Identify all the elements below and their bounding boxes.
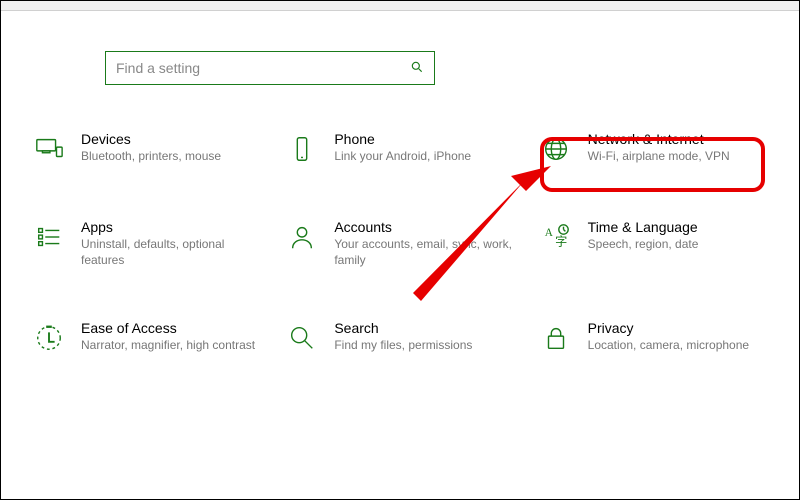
tile-text: Accounts Your accounts, email, sync, wor… bbox=[334, 219, 514, 268]
tile-text: Network & Internet Wi-Fi, airplane mode,… bbox=[588, 131, 730, 165]
apps-list-icon bbox=[31, 219, 67, 255]
tile-title: Search bbox=[334, 320, 472, 336]
tile-title: Accounts bbox=[334, 219, 514, 235]
tile-phone[interactable]: Phone Link your Android, iPhone bbox=[278, 125, 521, 173]
tile-ease-of-access[interactable]: Ease of Access Narrator, magnifier, high… bbox=[25, 314, 268, 362]
tile-title: Ease of Access bbox=[81, 320, 255, 336]
svg-text:A: A bbox=[544, 227, 553, 239]
tile-text: Time & Language Speech, region, date bbox=[588, 219, 699, 253]
tile-title: Privacy bbox=[588, 320, 749, 336]
tile-desc: Speech, region, date bbox=[588, 237, 699, 253]
tile-title: Devices bbox=[81, 131, 221, 147]
tile-accounts[interactable]: Accounts Your accounts, email, sync, wor… bbox=[278, 213, 521, 274]
tile-title: Network & Internet bbox=[588, 131, 730, 147]
tile-desc: Location, camera, microphone bbox=[588, 338, 749, 354]
search-row bbox=[105, 51, 775, 85]
person-icon bbox=[284, 219, 320, 255]
settings-grid: Devices Bluetooth, printers, mouse Phone… bbox=[25, 125, 775, 362]
devices-icon bbox=[31, 131, 67, 167]
search-input[interactable] bbox=[116, 60, 410, 76]
tile-title: Apps bbox=[81, 219, 261, 235]
time-language-icon: A字 bbox=[538, 219, 574, 255]
lock-icon bbox=[538, 320, 574, 356]
tile-text: Search Find my files, permissions bbox=[334, 320, 472, 354]
tile-desc: Your accounts, email, sync, work, family bbox=[334, 237, 514, 268]
tile-text: Ease of Access Narrator, magnifier, high… bbox=[81, 320, 255, 354]
tile-text: Apps Uninstall, defaults, optional featu… bbox=[81, 219, 261, 268]
tile-title: Phone bbox=[334, 131, 471, 147]
tile-devices[interactable]: Devices Bluetooth, printers, mouse bbox=[25, 125, 268, 173]
tile-text: Phone Link your Android, iPhone bbox=[334, 131, 471, 165]
tile-search[interactable]: Search Find my files, permissions bbox=[278, 314, 521, 362]
tile-time-language[interactable]: A字 Time & Language Speech, region, date bbox=[532, 213, 775, 274]
tile-desc: Wi-Fi, airplane mode, VPN bbox=[588, 149, 730, 165]
tile-desc: Bluetooth, printers, mouse bbox=[81, 149, 221, 165]
tile-desc: Find my files, permissions bbox=[334, 338, 472, 354]
svg-text:字: 字 bbox=[555, 233, 567, 248]
tile-privacy[interactable]: Privacy Location, camera, microphone bbox=[532, 314, 775, 362]
search-category-icon bbox=[284, 320, 320, 356]
tile-network-internet[interactable]: Network & Internet Wi-Fi, airplane mode,… bbox=[532, 125, 775, 173]
ease-of-access-icon bbox=[31, 320, 67, 356]
search-box[interactable] bbox=[105, 51, 435, 85]
tile-text: Devices Bluetooth, printers, mouse bbox=[81, 131, 221, 165]
tile-desc: Narrator, magnifier, high contrast bbox=[81, 338, 255, 354]
window-chrome-bar bbox=[1, 1, 799, 11]
tile-desc: Uninstall, defaults, optional features bbox=[81, 237, 261, 268]
tile-desc: Link your Android, iPhone bbox=[334, 149, 471, 165]
settings-home: Devices Bluetooth, printers, mouse Phone… bbox=[1, 11, 799, 372]
phone-icon bbox=[284, 131, 320, 167]
tile-title: Time & Language bbox=[588, 219, 699, 235]
search-icon bbox=[410, 60, 424, 77]
globe-icon bbox=[538, 131, 574, 167]
tile-apps[interactable]: Apps Uninstall, defaults, optional featu… bbox=[25, 213, 268, 274]
tile-text: Privacy Location, camera, microphone bbox=[588, 320, 749, 354]
